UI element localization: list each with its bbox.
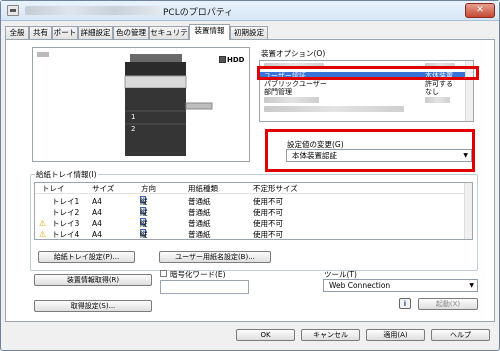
column-header[interactable]: 用紙種類 [188, 183, 218, 194]
column-header[interactable]: トレイ [42, 183, 65, 194]
table-row[interactable]: ⚠ トレイ4 A4 縦 普通紙 使用不可 [35, 229, 472, 239]
properties-window: PCLのプロパティ ✕ 全般 共有 ポート 詳細設定 色の管理 セキュリティ 装… [0, 0, 500, 351]
printer-illustration [124, 54, 213, 156]
warning-icon: ⚠ [39, 230, 47, 239]
launch-button[interactable]: 起動(X) [418, 298, 478, 310]
column-header[interactable]: 不定形サイズ [253, 183, 298, 194]
tray-cell: トレイ1 [52, 197, 80, 206]
direction-text: 縦 [140, 219, 148, 228]
paper-cell: 普通紙 [188, 230, 211, 239]
tray-info-label: 給紙トレイ情報(I) [35, 169, 98, 180]
tab-device-info[interactable]: 装置情報 [189, 24, 230, 40]
launch-info-icon[interactable]: i [399, 298, 411, 309]
tool-value: Web Connection [329, 281, 391, 290]
printer-scanner [130, 54, 182, 62]
custom-size-cell: 使用不可 [253, 197, 283, 206]
list-item[interactable] [260, 106, 473, 114]
tray-number: 2 [131, 125, 136, 133]
tab-defaults[interactable]: 初期設定 [230, 26, 268, 39]
list-item[interactable]: 部門管理 なし [260, 88, 473, 96]
hdd-label: HDD [227, 56, 245, 64]
size-cell: A4 [92, 197, 102, 206]
help-button[interactable]: ヘルプ [431, 329, 490, 341]
table-header: トレイ サイズ 方向 用紙種類 不定形サイズ [35, 183, 472, 194]
encryption-input[interactable] [160, 280, 249, 294]
highlight-box [257, 66, 479, 80]
tab-advanced[interactable]: 詳細設定 [78, 26, 113, 39]
tray-cell: トレイ3 [52, 219, 80, 228]
size-cell: A4 [92, 208, 102, 217]
paper-cell: 普通紙 [188, 197, 211, 206]
custom-size-cell: 使用不可 [253, 208, 283, 217]
printer-icon [7, 5, 19, 16]
custom-size-cell: 使用不可 [253, 219, 283, 228]
title-bar[interactable]: PCLのプロパティ ✕ [1, 1, 499, 21]
ok-button[interactable]: OK [236, 329, 295, 341]
tool-dropdown[interactable]: Web Connection ▼ [323, 279, 478, 292]
paper-cell: 普通紙 [188, 208, 211, 217]
direction-text: 縦 [140, 197, 148, 206]
tray-cell: トレイ4 [52, 230, 80, 239]
redacted-text [425, 97, 450, 103]
table-row[interactable]: トレイ1 A4 縦 普通紙 使用不可 [35, 196, 472, 207]
chevron-down-icon: ▼ [469, 282, 474, 289]
table-scrollbar[interactable] [464, 183, 472, 239]
model-name-redacted [37, 52, 49, 57]
warning-icon: ⚠ [39, 219, 47, 228]
direction-text: 縦 [140, 230, 148, 239]
hdd-icon [219, 56, 226, 63]
table-row[interactable]: ⚠ トレイ3 A4 縦 普通紙 使用不可 [35, 218, 472, 229]
tray-info-table[interactable]: トレイ サイズ 方向 用紙種類 不定形サイズ トレイ1 A4 縦 普通紙 使用不… [34, 182, 473, 240]
tab-general[interactable]: 全般 [5, 26, 29, 39]
printer-side-tray [185, 102, 213, 110]
column-header[interactable]: 方向 [141, 183, 156, 194]
encryption-label: 暗号化ワード(E) [170, 270, 226, 279]
window-title: PCLのプロパティ [163, 8, 234, 18]
device-options-label: 装置オプション(O) [261, 49, 326, 58]
printer-top [125, 62, 186, 76]
redacted-text [264, 97, 319, 103]
paper-cell: 普通紙 [188, 219, 211, 228]
tab-color-management[interactable]: 色の管理 [113, 26, 149, 39]
tab-security[interactable]: セキュリティ [149, 26, 189, 49]
tray-cell: トレイ2 [52, 208, 80, 217]
tab-ports[interactable]: ポート [52, 26, 78, 39]
title-redacted [25, 6, 160, 15]
list-item[interactable] [260, 97, 473, 105]
printer-body [125, 88, 186, 156]
column-header[interactable]: サイズ [92, 183, 114, 194]
table-row[interactable]: トレイ2 A4 縦 普通紙 使用不可 [35, 207, 472, 218]
highlight-box [265, 129, 475, 172]
encryption-checkbox[interactable] [160, 270, 167, 277]
get-settings-button[interactable]: 取得設定(S)... [34, 300, 152, 312]
direction-text: 縦 [140, 208, 148, 217]
get-device-info-button[interactable]: 装置情報取得(R) [34, 274, 152, 286]
apply-button[interactable]: 適用(A) [366, 329, 425, 341]
size-cell: A4 [92, 230, 102, 239]
cancel-button[interactable]: キャンセル [301, 329, 360, 341]
tab-sharing[interactable]: 共有 [29, 26, 52, 39]
list-item[interactable]: パブリックユーザー 許可する [260, 80, 473, 88]
tray-number: 1 [131, 113, 136, 121]
printer-output-tray [124, 75, 187, 89]
redacted-text [264, 106, 404, 112]
device-preview: 1 2 [32, 47, 250, 162]
tray-settings-button[interactable]: 給紙トレイ設定(P)... [38, 251, 135, 263]
close-button[interactable]: ✕ [465, 3, 495, 18]
user-paper-name-button[interactable]: ユーザー用紙名設定(B)... [159, 251, 271, 263]
custom-size-cell: 使用不可 [253, 230, 283, 239]
size-cell: A4 [92, 219, 102, 228]
hdd-indicator: HDD [219, 56, 244, 64]
